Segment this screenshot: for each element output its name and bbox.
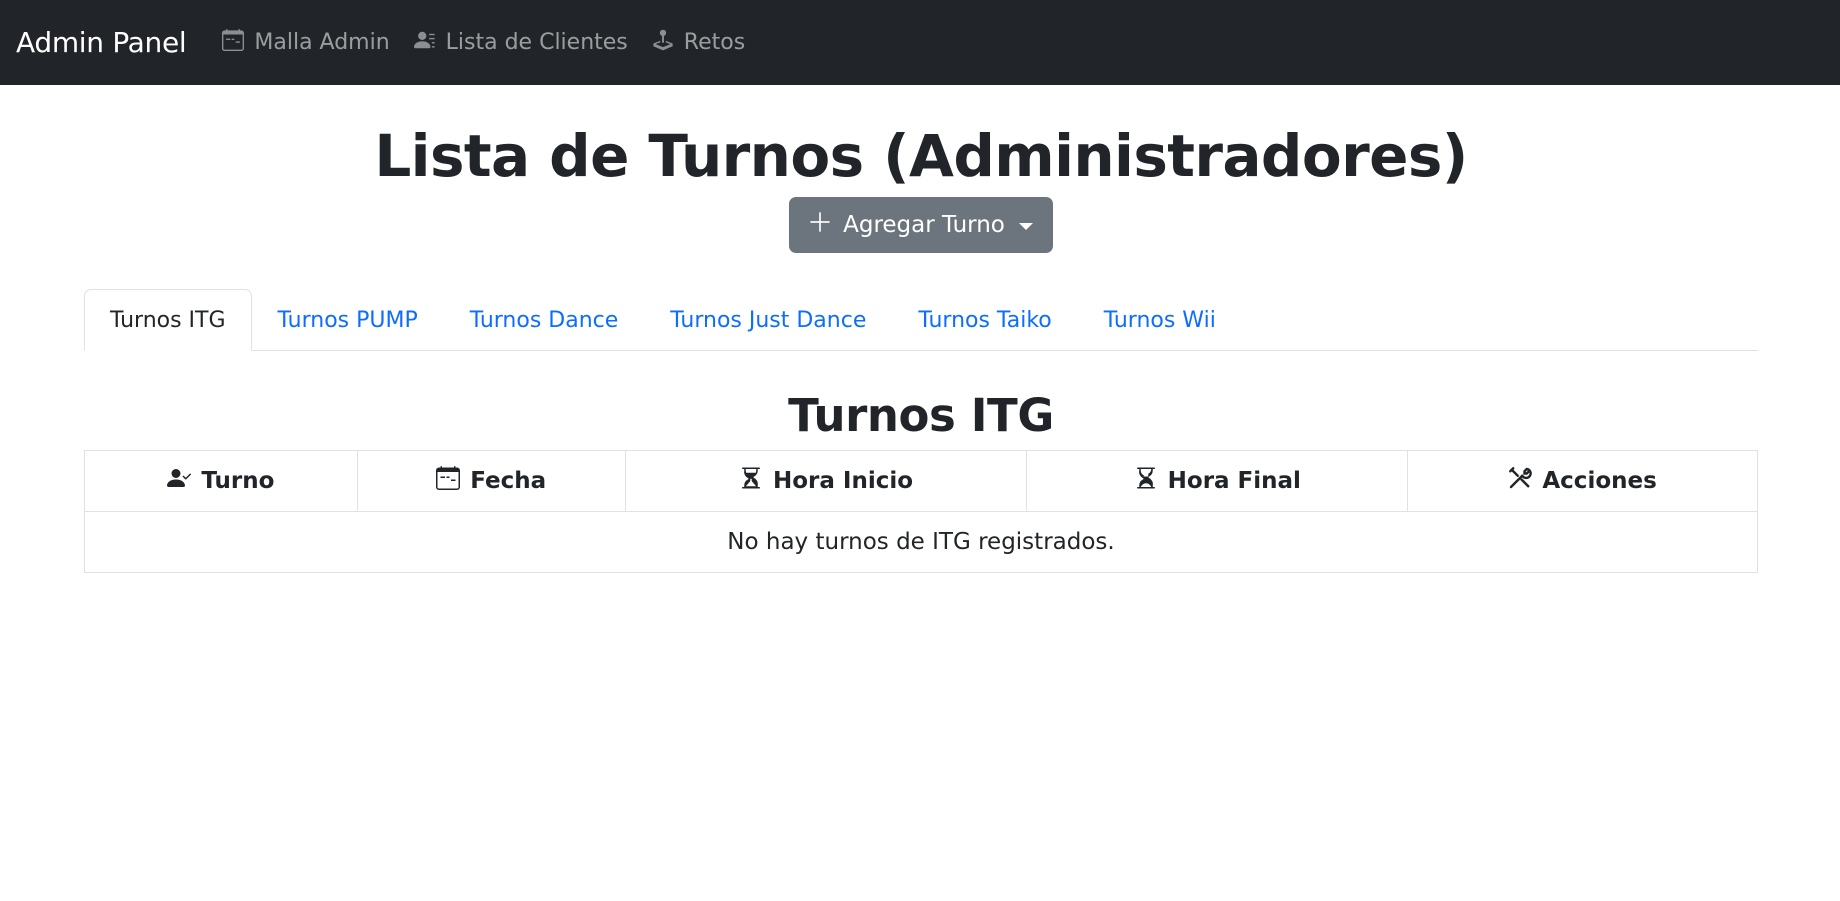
column-label: Fecha <box>470 468 547 494</box>
person-check-icon <box>167 466 201 496</box>
navbar-brand[interactable]: Admin Panel <box>16 26 187 59</box>
tab-turnos-pump[interactable]: Turnos PUMP <box>252 289 444 351</box>
hourglass-bottom-icon <box>1134 466 1168 496</box>
navbar: Admin Panel Malla Admin Lista de Cliente… <box>0 0 1840 85</box>
chevron-down-icon <box>1018 222 1033 230</box>
column-header-hora-final: Hora Final <box>1026 450 1409 512</box>
nav-item-malla-admin[interactable]: Malla Admin <box>222 28 390 57</box>
turnos-table: Turno Fecha Hora Inicio Hora Final Accio… <box>84 450 1758 573</box>
calendar-icon <box>222 28 254 57</box>
plus-icon <box>809 211 831 239</box>
tab-turnos-itg[interactable]: Turnos ITG <box>84 289 252 351</box>
column-label: Turno <box>201 468 275 494</box>
add-button-wrap: Agregar Turno <box>84 197 1758 253</box>
nav-item-label: Lista de Clientes <box>445 30 628 55</box>
nav-item-lista-clientes[interactable]: Lista de Clientes <box>413 29 628 57</box>
empty-table-message: No hay turnos de ITG registrados. <box>84 511 1758 573</box>
page-title: Lista de Turnos (Administradores) <box>374 122 1468 190</box>
person-lines-icon <box>413 29 446 57</box>
table-row: No hay turnos de ITG registrados. <box>84 511 1758 573</box>
nav-item-label: Malla Admin <box>254 30 390 55</box>
tabs-bar: Turnos ITG Turnos PUMP Turnos Dance Turn… <box>84 289 1758 351</box>
section-title: Turnos ITG <box>788 389 1054 442</box>
table-header-row: Turno Fecha Hora Inicio Hora Final Accio… <box>84 450 1758 512</box>
column-header-turno: Turno <box>84 450 358 512</box>
tab-turnos-taiko[interactable]: Turnos Taiko <box>892 289 1077 351</box>
column-label: Acciones <box>1542 468 1657 494</box>
calendar-icon <box>436 466 470 496</box>
column-label: Hora Inicio <box>773 468 914 494</box>
tab-turnos-dance[interactable]: Turnos Dance <box>444 289 645 351</box>
column-header-acciones: Acciones <box>1407 450 1758 512</box>
nav-item-label: Retos <box>683 30 746 55</box>
joystick-icon <box>652 29 684 57</box>
column-header-hora-inicio: Hora Inicio <box>624 450 1028 512</box>
add-turno-dropdown-button[interactable]: Agregar Turno <box>789 197 1053 253</box>
tools-icon <box>1508 466 1542 496</box>
column-header-fecha: Fecha <box>356 450 626 512</box>
add-turno-label: Agregar Turno <box>843 212 1005 238</box>
nav-item-retos[interactable]: Retos <box>652 29 745 57</box>
tab-turnos-just-dance[interactable]: Turnos Just Dance <box>644 289 892 351</box>
tab-turnos-wii[interactable]: Turnos Wii <box>1078 289 1242 351</box>
hourglass-top-icon <box>739 466 773 496</box>
main-content: Lista de Turnos (Administradores) Agrega… <box>84 85 1758 573</box>
column-label: Hora Final <box>1167 468 1301 494</box>
